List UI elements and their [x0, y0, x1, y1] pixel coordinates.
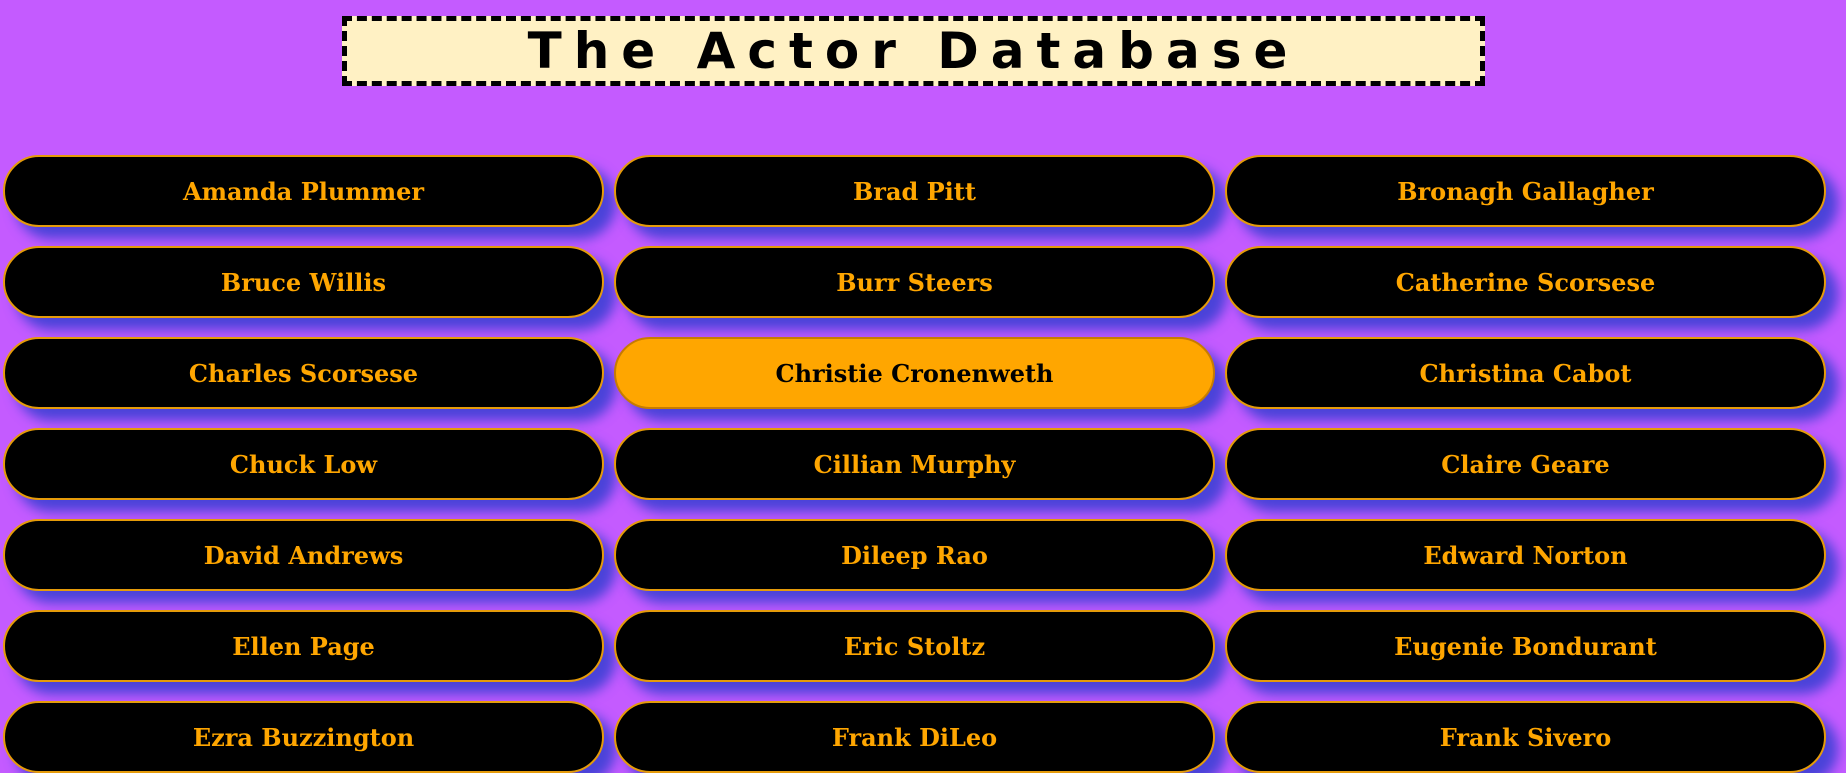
page-title: The Actor Database	[527, 22, 1300, 80]
actor-button[interactable]: Amanda Plummer	[3, 155, 604, 227]
actor-button[interactable]: Cillian Murphy	[614, 428, 1215, 500]
actor-button[interactable]: Edward Norton	[1225, 519, 1826, 591]
actor-button[interactable]: Eric Stoltz	[614, 610, 1215, 682]
actor-button[interactable]: Charles Scorsese	[3, 337, 604, 409]
actor-button[interactable]: Claire Geare	[1225, 428, 1826, 500]
actor-button[interactable]: David Andrews	[3, 519, 604, 591]
actor-button[interactable]: Brad Pitt	[614, 155, 1215, 227]
actor-button[interactable]: Catherine Scorsese	[1225, 246, 1826, 318]
actor-button[interactable]: Christie Cronenweth	[614, 337, 1215, 409]
actor-button[interactable]: Christina Cabot	[1225, 337, 1826, 409]
actor-button[interactable]: Frank DiLeo	[614, 701, 1215, 773]
actor-button[interactable]: Burr Steers	[614, 246, 1215, 318]
actor-button[interactable]: Ellen Page	[3, 610, 604, 682]
actor-button[interactable]: Frank Sivero	[1225, 701, 1826, 773]
actor-button[interactable]: Bruce Willis	[3, 246, 604, 318]
actor-button[interactable]: Dileep Rao	[614, 519, 1215, 591]
actor-button[interactable]: Bronagh Gallagher	[1225, 155, 1826, 227]
actor-button[interactable]: Chuck Low	[3, 428, 604, 500]
actor-button[interactable]: Ezra Buzzington	[3, 701, 604, 773]
actor-button[interactable]: Eugenie Bondurant	[1225, 610, 1826, 682]
title-banner: The Actor Database	[342, 16, 1485, 86]
actor-grid: Amanda Plummer Brad Pitt Bronagh Gallagh…	[3, 155, 1826, 773]
